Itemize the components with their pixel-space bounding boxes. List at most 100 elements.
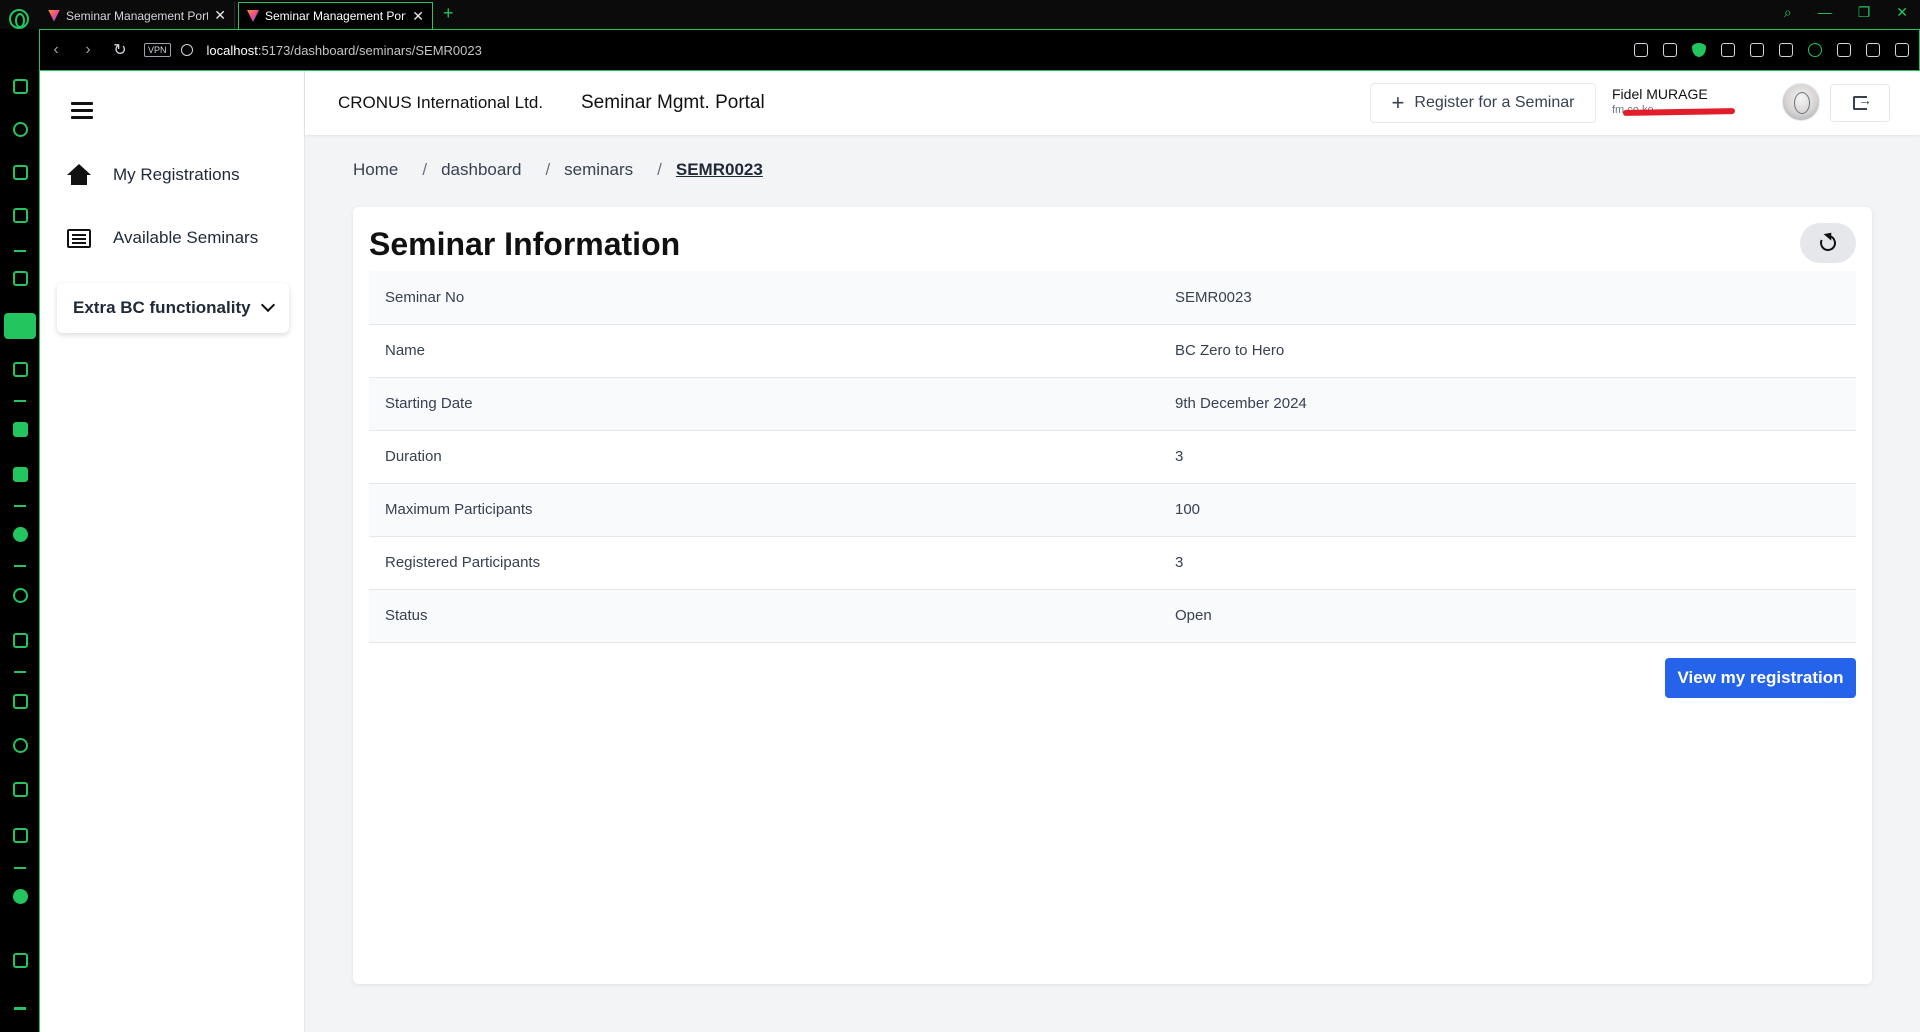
dropdown-label: Extra BC functionality xyxy=(73,298,251,317)
download-icon[interactable] xyxy=(1837,43,1851,57)
row-label: Registered Participants xyxy=(369,536,1159,590)
camera-icon[interactable] xyxy=(1663,43,1677,57)
house-icon[interactable] xyxy=(13,271,28,286)
row-label: Maximum Participants xyxy=(369,483,1159,537)
cube-icon[interactable] xyxy=(1779,43,1793,57)
row-value: BC Zero to Hero xyxy=(1159,324,1856,378)
browser-tab[interactable]: Seminar Management Port ✕ xyxy=(40,2,235,29)
row-value: SEMR0023 xyxy=(1159,271,1856,325)
breadcrumb-dashboard[interactable]: dashboard xyxy=(441,160,521,180)
hamburger-menu-icon[interactable] xyxy=(71,102,93,120)
tab-title: Seminar Management Port xyxy=(66,8,209,23)
chart-icon[interactable] xyxy=(13,694,28,709)
star-icon[interactable] xyxy=(13,362,28,377)
breadcrumb: Home / dashboard / seminars / SEMR0023 xyxy=(353,160,763,180)
close-icon[interactable]: ✕ xyxy=(214,7,226,24)
row-value: 3 xyxy=(1159,430,1856,484)
bag-icon[interactable] xyxy=(13,165,28,180)
gamepad-icon[interactable] xyxy=(13,79,28,94)
breadcrumb-separator: / xyxy=(422,160,428,179)
more-icon[interactable] xyxy=(14,1007,26,1010)
view-registration-button[interactable]: View my registration xyxy=(1665,658,1856,698)
favicon-icon xyxy=(48,9,60,22)
battery-icon[interactable] xyxy=(1866,43,1880,57)
plus-icon: + xyxy=(1391,90,1405,115)
app-header: CRONUS International Ltd. Seminar Mgmt. … xyxy=(305,71,1920,135)
back-icon[interactable]: ‹ xyxy=(40,41,72,59)
whatsapp-icon[interactable] xyxy=(13,527,28,542)
divider xyxy=(14,505,26,507)
divider xyxy=(14,250,26,252)
seminar-info-card: Seminar Information Seminar No SEMR0023 N… xyxy=(353,207,1872,984)
reload-icon[interactable]: ↻ xyxy=(104,40,136,60)
table-row: Name BC Zero to Hero xyxy=(369,324,1856,378)
row-value: 100 xyxy=(1159,483,1856,537)
table-row: Starting Date 9th December 2024 xyxy=(369,377,1856,431)
workspace-icon[interactable] xyxy=(4,313,36,339)
divider xyxy=(14,867,26,869)
table-row: Maximum Participants 100 xyxy=(369,483,1856,537)
breadcrumb-seminars[interactable]: seminars xyxy=(564,160,633,180)
breadcrumb-home[interactable]: Home xyxy=(353,160,398,180)
row-label: Name xyxy=(369,324,1159,378)
avatar[interactable] xyxy=(1782,83,1820,121)
spotify-icon[interactable] xyxy=(13,889,28,904)
restore-icon[interactable]: ❐ xyxy=(1858,4,1871,21)
row-label: Seminar No xyxy=(369,271,1159,325)
new-tab-icon[interactable]: + xyxy=(443,3,454,24)
heart-icon[interactable] xyxy=(1750,43,1764,57)
table-row: Registered Participants 3 xyxy=(369,536,1856,590)
row-label: Status xyxy=(369,589,1159,643)
menu-icon[interactable] xyxy=(1895,43,1909,57)
url-path: :5173/dashboard/seminars/SEMR0023 xyxy=(257,42,482,58)
logout-button[interactable] xyxy=(1830,84,1890,122)
chatgpt-icon[interactable] xyxy=(13,467,28,482)
favicon-icon xyxy=(247,10,259,22)
forward-icon[interactable]: › xyxy=(72,41,104,59)
breadcrumb-separator: / xyxy=(545,160,551,179)
vpn-badge[interactable]: VPN xyxy=(144,43,171,57)
redaction-mark xyxy=(1622,108,1736,116)
edit-icon[interactable] xyxy=(1634,43,1648,57)
user-name: Fidel MURAGE xyxy=(1612,86,1708,102)
row-value: Open xyxy=(1159,589,1856,643)
opera-logo-icon[interactable] xyxy=(9,9,29,29)
table-row: Status Open xyxy=(369,589,1856,643)
shield-icon[interactable] xyxy=(1692,43,1706,57)
close-window-icon[interactable]: ✕ xyxy=(1896,4,1908,21)
gallery-icon[interactable] xyxy=(13,953,28,968)
app-sidebar: My Registrations Available Seminars Extr… xyxy=(41,71,305,1032)
browser-tab-active[interactable]: Seminar Management Port ✕ xyxy=(238,2,433,29)
send-icon[interactable] xyxy=(13,633,28,648)
list-icon xyxy=(65,228,93,248)
sidebar-item-available-seminars[interactable]: Available Seminars xyxy=(65,228,258,248)
download-icon[interactable] xyxy=(13,782,28,797)
table-row: Seminar No SEMR0023 xyxy=(369,271,1856,325)
aria-icon[interactable] xyxy=(13,422,28,437)
extra-bc-dropdown[interactable]: Extra BC functionality xyxy=(57,283,289,333)
close-icon[interactable]: ✕ xyxy=(412,8,424,25)
player-icon[interactable] xyxy=(13,588,28,603)
sidebar-item-label: Available Seminars xyxy=(113,228,259,247)
clock-icon[interactable] xyxy=(13,738,28,753)
row-label: Starting Date xyxy=(369,377,1159,431)
divider xyxy=(14,400,26,402)
row-label: Duration xyxy=(369,430,1159,484)
send-icon[interactable] xyxy=(1721,43,1735,57)
url-field[interactable]: localhost:5173/dashboard/seminars/SEMR00… xyxy=(207,43,482,58)
address-bar: ‹ › ↻ VPN localhost:5173/dashboard/semin… xyxy=(40,29,1920,71)
minimize-icon[interactable]: — xyxy=(1818,4,1832,21)
profile-icon[interactable] xyxy=(1808,43,1822,57)
search-icon[interactable]: ⌕ xyxy=(1784,4,1792,21)
refresh-button[interactable] xyxy=(1800,223,1856,263)
calendar-icon[interactable] xyxy=(13,208,28,223)
breadcrumb-current[interactable]: SEMR0023 xyxy=(676,160,763,180)
divider xyxy=(14,671,26,673)
cube-icon[interactable] xyxy=(13,828,28,843)
globe-icon[interactable] xyxy=(180,44,193,56)
table-row: Duration 3 xyxy=(369,430,1856,484)
register-seminar-button[interactable]: + Register for a Seminar xyxy=(1370,83,1596,123)
speed-icon[interactable] xyxy=(13,122,28,137)
company-name: CRONUS International Ltd. xyxy=(338,93,544,112)
sidebar-item-my-registrations[interactable]: My Registrations xyxy=(65,164,240,186)
